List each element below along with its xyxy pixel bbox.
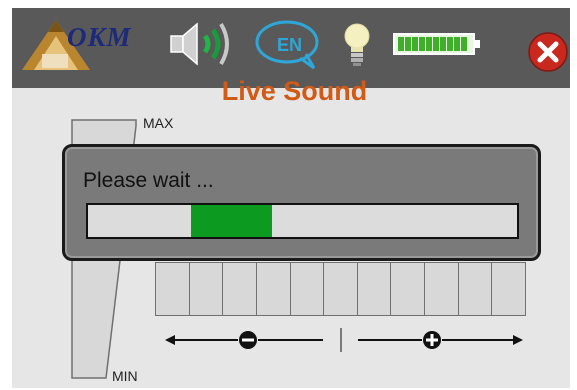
decrease-control[interactable] bbox=[165, 331, 323, 349]
bar-cell bbox=[289, 262, 325, 316]
bar-cell bbox=[356, 262, 392, 316]
bar-cell bbox=[457, 262, 493, 316]
max-label: MAX bbox=[143, 115, 174, 131]
minus-icon bbox=[242, 338, 254, 342]
increase-control[interactable] bbox=[358, 331, 523, 349]
bar-cell bbox=[222, 262, 257, 316]
close-icon[interactable] bbox=[528, 32, 568, 72]
app-screen: OKM EN Live Sound MAX MIN Please wait ..… bbox=[0, 0, 577, 390]
bar-cell bbox=[323, 262, 358, 316]
bar-cell bbox=[424, 262, 459, 316]
logo-text: OKM bbox=[67, 22, 132, 52]
dialog-message: Please wait ... bbox=[83, 169, 214, 192]
lightbulb-icon[interactable] bbox=[342, 20, 372, 68]
please-wait-dialog: Please wait ... bbox=[62, 144, 541, 261]
bar-cell bbox=[390, 262, 426, 316]
frequency-bars bbox=[155, 262, 527, 316]
adjust-control bbox=[165, 328, 523, 352]
min-label: MIN bbox=[112, 368, 138, 384]
progress-bar bbox=[86, 203, 519, 239]
progress-fill bbox=[190, 205, 273, 237]
bar-cell bbox=[255, 262, 291, 316]
bar-cell bbox=[155, 262, 190, 316]
battery-icon bbox=[393, 33, 480, 55]
speaker-volume-icon[interactable] bbox=[167, 20, 233, 68]
bar-cell bbox=[188, 262, 224, 316]
language-label: EN bbox=[277, 35, 303, 55]
bar-cell bbox=[491, 262, 527, 316]
page-title: Live Sound bbox=[221, 76, 368, 106]
